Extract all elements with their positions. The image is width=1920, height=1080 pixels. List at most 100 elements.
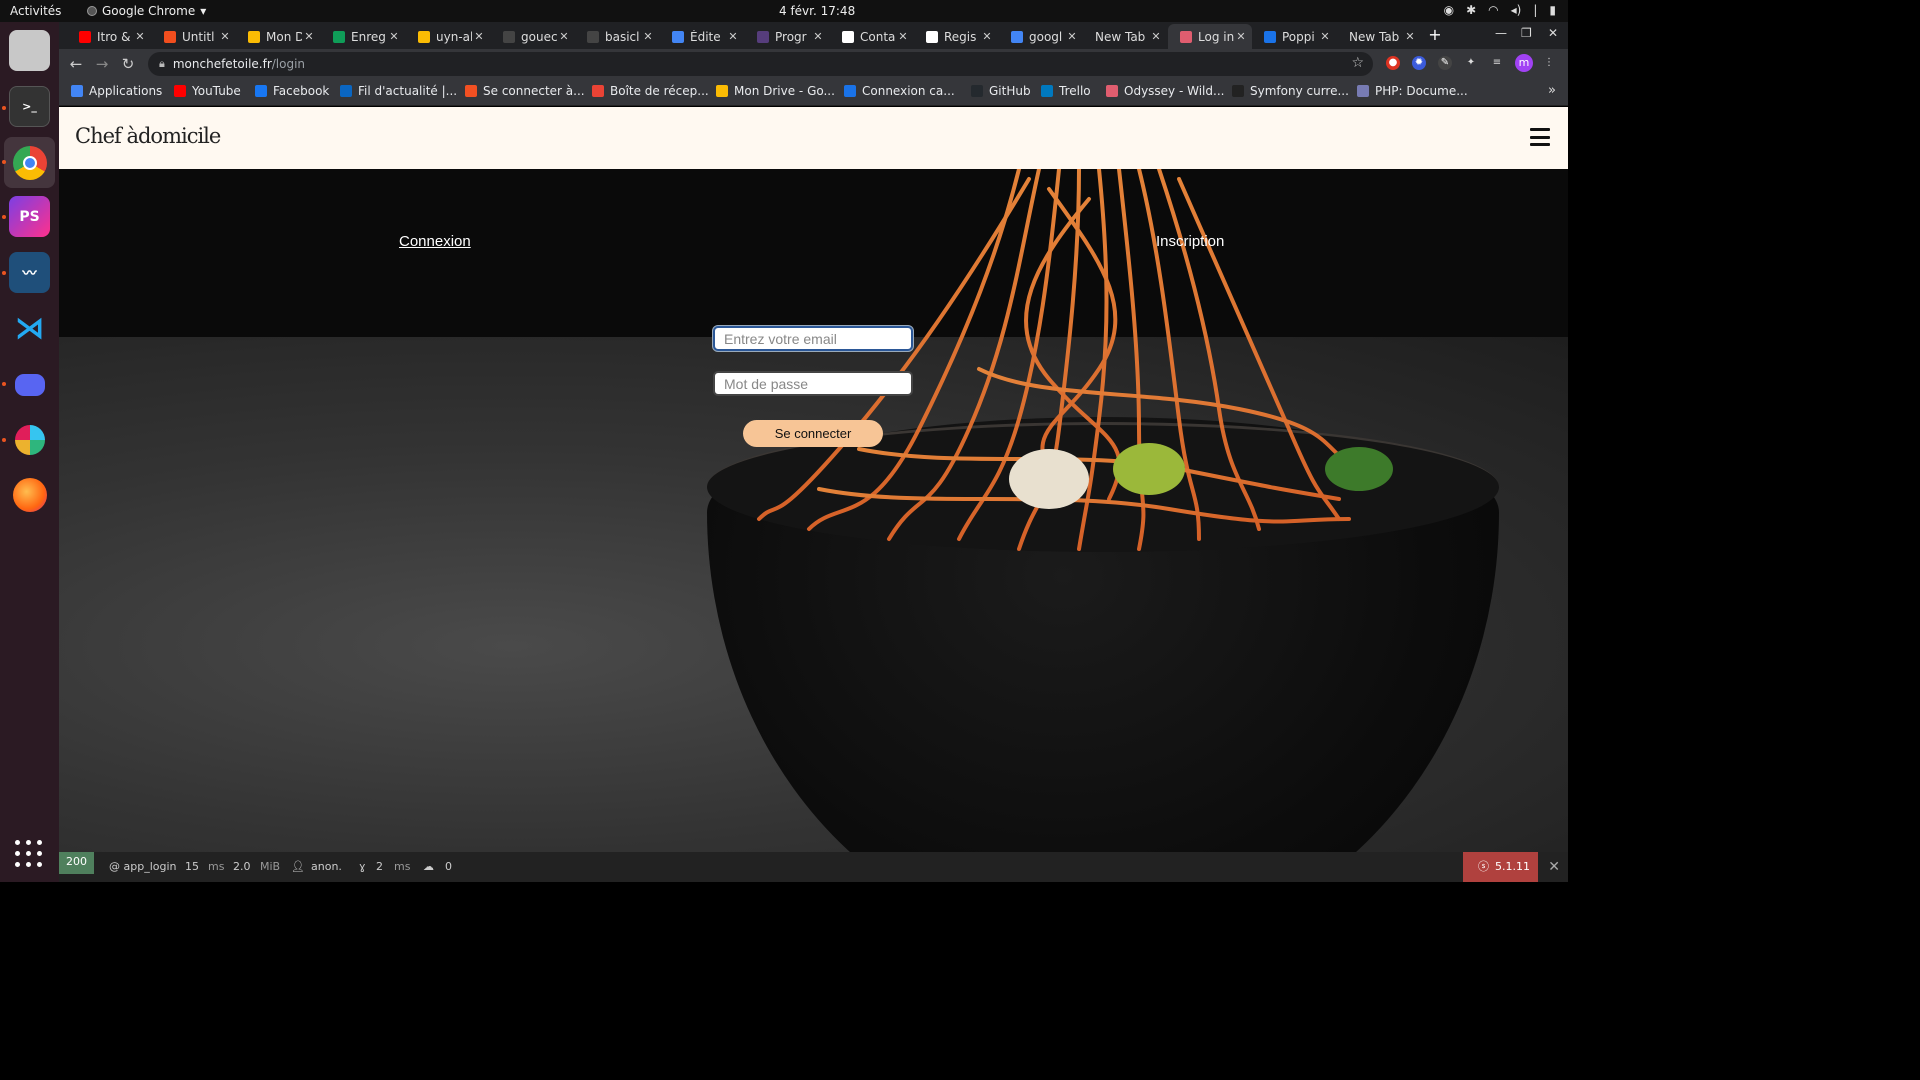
login-button[interactable]: Se connecter [743, 420, 883, 447]
close-tab-icon[interactable]: ✕ [980, 30, 994, 43]
slack-icon[interactable] [9, 419, 50, 460]
browser-tab[interactable]: Enreg ✕ [321, 24, 405, 49]
bookmark-item[interactable]: PHP: Docume... [1357, 84, 1468, 98]
close-tab-icon[interactable]: ✕ [641, 30, 655, 43]
close-tab-icon[interactable]: ✕ [811, 30, 825, 43]
bookmark-item[interactable]: Applications [71, 84, 162, 98]
email-field[interactable] [713, 326, 913, 351]
browser-tab[interactable]: Log in ✕ [1168, 24, 1252, 49]
bookmark-item[interactable]: Trello [1041, 84, 1091, 98]
route-name[interactable]: @ app_login [109, 860, 177, 873]
bookmark-item[interactable]: Symfony curre... [1232, 84, 1349, 98]
browser-tab[interactable]: gouec ✕ [491, 24, 575, 49]
site-logo[interactable]: Chef àdomicile [75, 124, 221, 148]
browser-tab[interactable]: Mon D ✕ [236, 24, 320, 49]
cache-value[interactable]: 0 [445, 860, 452, 873]
system-tray[interactable]: ◉ ✱ ◠ ◂) | ▮ [1444, 3, 1556, 17]
twig-value[interactable]: 2 [376, 860, 383, 873]
close-tab-icon[interactable]: ✕ [1403, 30, 1417, 43]
profile-avatar[interactable]: m [1515, 54, 1533, 72]
bookmark-item[interactable]: Facebook [255, 84, 329, 98]
close-tab-icon[interactable]: ✕ [387, 30, 401, 43]
activities-button[interactable]: Activités [10, 4, 61, 18]
browser-tab[interactable]: Untitl ✕ [152, 24, 236, 49]
bookmarks-overflow-icon[interactable]: » [1548, 83, 1556, 98]
chrome-dock-icon[interactable] [4, 137, 55, 188]
close-tab-icon[interactable]: ✕ [1065, 30, 1079, 43]
browser-tab[interactable]: uyn-al ✕ [406, 24, 490, 49]
close-toolbar-icon[interactable]: ✕ [1548, 859, 1560, 875]
tab-title: googl [1029, 29, 1063, 44]
minimize-icon[interactable]: — [1495, 26, 1507, 40]
hamburger-menu-icon[interactable] [1530, 128, 1550, 146]
memory-value[interactable]: 2.0 [233, 860, 251, 873]
browser-tab[interactable]: Poppi ✕ [1252, 24, 1336, 49]
bookmark-item[interactable]: Odyssey - Wild... [1106, 84, 1224, 98]
chrome-menu-icon[interactable]: ⋮ [1542, 56, 1556, 70]
extension-gear-icon[interactable]: ✹ [1412, 56, 1426, 70]
maximize-icon[interactable]: ❐ [1521, 26, 1532, 40]
media-queue-icon[interactable]: ≡ [1490, 56, 1504, 70]
browser-tab[interactable]: basicl ✕ [575, 24, 659, 49]
tab-connexion[interactable]: Connexion [399, 233, 471, 250]
browser-tab[interactable]: Édite ✕ [660, 24, 744, 49]
status-badge[interactable]: 200 [59, 852, 94, 874]
bookmark-item[interactable]: Fil d'actualité |... [340, 84, 457, 98]
close-tab-icon[interactable]: ✕ [1234, 30, 1248, 43]
extension-adblock-icon[interactable]: ● [1386, 56, 1400, 70]
password-field[interactable] [713, 371, 913, 396]
close-tab-icon[interactable]: ✕ [218, 30, 232, 43]
forward-icon[interactable]: → [93, 55, 111, 73]
vscode-icon[interactable]: ⋊ [9, 308, 50, 349]
back-icon[interactable]: ← [67, 55, 85, 73]
microphone-icon[interactable]: | [1533, 3, 1537, 17]
extension-pen-icon[interactable]: ✎ [1438, 56, 1452, 70]
close-tab-icon[interactable]: ✕ [557, 30, 571, 43]
bookmark-item[interactable]: Se connecter à... [465, 84, 585, 98]
mysql-workbench-icon[interactable]: 〰 [9, 252, 50, 293]
browser-tab[interactable]: Progr ✕ [745, 24, 829, 49]
browser-tab[interactable]: googl ✕ [999, 24, 1083, 49]
discord-icon[interactable] [9, 364, 50, 405]
address-bar[interactable]: 🔒︎ monchefetoile.fr/login ☆ [148, 52, 1373, 76]
firefox-icon[interactable] [9, 474, 50, 515]
terminal-icon[interactable]: >_ [9, 86, 50, 127]
reload-icon[interactable]: ↻ [119, 55, 137, 73]
browser-tab[interactable]: New Tab ✕ [1337, 24, 1421, 49]
close-tab-icon[interactable]: ✕ [1318, 30, 1332, 43]
new-tab-icon[interactable]: + [1426, 26, 1444, 44]
browser-tab[interactable]: New Tab ✕ [1083, 24, 1167, 49]
battery-icon[interactable]: ▮ [1549, 3, 1556, 17]
user-value[interactable]: anon. [311, 860, 342, 873]
volume-icon[interactable]: ◂) [1511, 3, 1522, 17]
browser-tab[interactable]: Conta ✕ [830, 24, 914, 49]
close-tab-icon[interactable]: ✕ [1149, 30, 1163, 43]
bookmark-item[interactable]: Connexion ca... [844, 84, 955, 98]
tab-inscription[interactable]: Inscription [1156, 233, 1224, 250]
bookmark-item[interactable]: Mon Drive - Go... [716, 84, 835, 98]
close-tab-icon[interactable]: ✕ [896, 30, 910, 43]
extensions-puzzle-icon[interactable]: ✦ [1464, 56, 1478, 70]
lock-icon[interactable]: 🔒︎ [159, 57, 165, 71]
close-tab-icon[interactable]: ✕ [726, 30, 740, 43]
wifi-icon[interactable]: ◠ [1488, 3, 1498, 17]
close-tab-icon[interactable]: ✕ [302, 30, 316, 43]
slack-tray-icon[interactable]: ✱ [1466, 3, 1476, 17]
browser-tab[interactable]: Regis ✕ [914, 24, 998, 49]
bookmark-star-icon[interactable]: ☆ [1351, 55, 1364, 71]
close-window-icon[interactable]: ✕ [1548, 26, 1558, 40]
phpstorm-icon[interactable]: PS [9, 196, 50, 237]
bookmark-item[interactable]: YouTube [174, 84, 241, 98]
symfony-version[interactable]: ⓢ 5.1.11 [1463, 852, 1538, 882]
time-value[interactable]: 15 [185, 860, 199, 873]
bookmark-item[interactable]: GitHub [971, 84, 1031, 98]
app-menu[interactable]: Google Chrome ▾ [87, 4, 206, 18]
files-icon[interactable] [9, 30, 50, 71]
bookmark-item[interactable]: Boîte de récep... [592, 84, 709, 98]
close-tab-icon[interactable]: ✕ [472, 30, 486, 43]
show-applications-icon[interactable] [15, 840, 43, 868]
discord-tray-icon[interactable]: ◉ [1444, 3, 1454, 17]
browser-tab[interactable]: Itro & ✕ [67, 24, 151, 49]
clock[interactable]: 4 févr. 17:48 [779, 4, 855, 18]
close-tab-icon[interactable]: ✕ [133, 30, 147, 43]
